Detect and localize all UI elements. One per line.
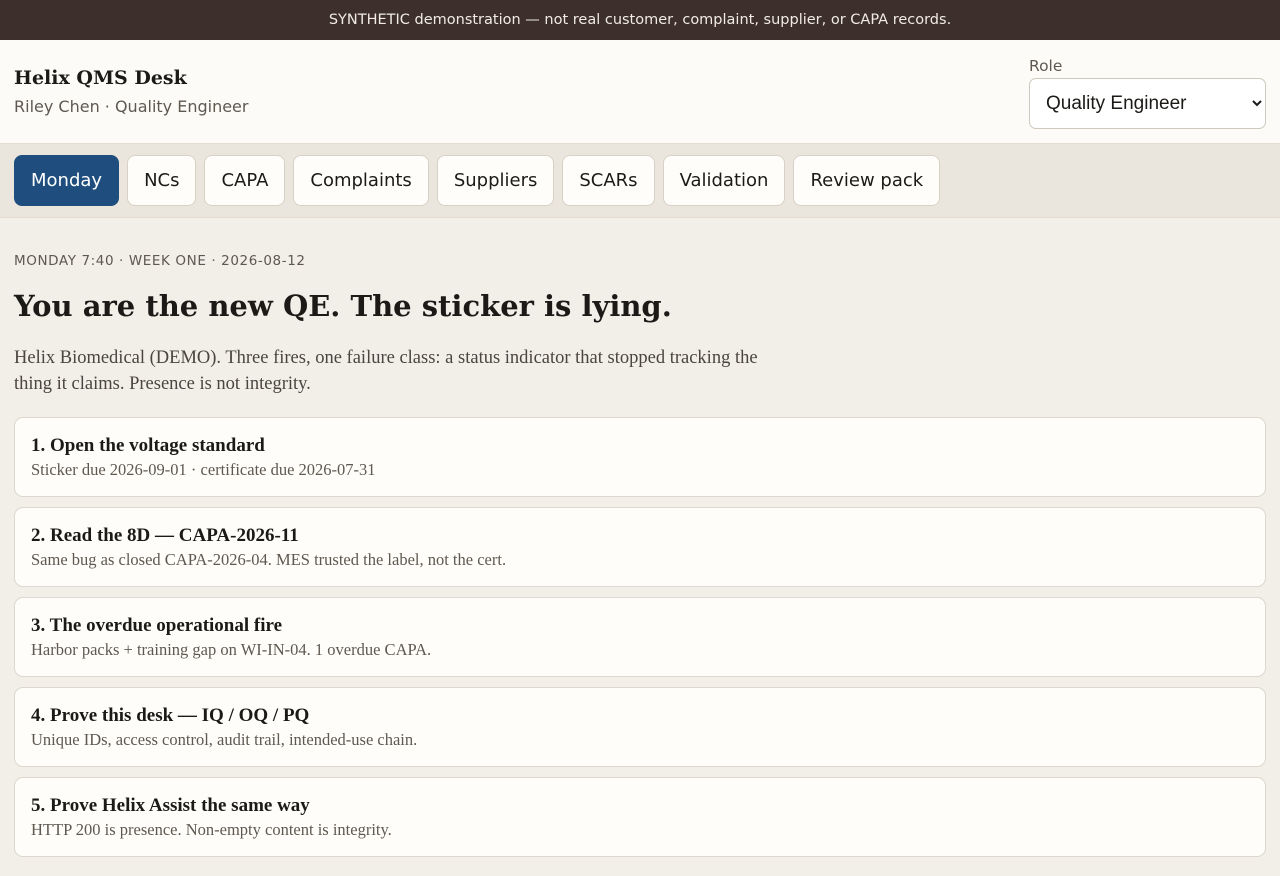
tab-ncs[interactable]: NCs	[127, 155, 197, 206]
task-card-8d-capa[interactable]: 2. Read the 8D — CAPA-2026-11 Same bug a…	[14, 507, 1266, 587]
card-title: 3. The overdue operational fire	[31, 614, 283, 636]
tab-monday[interactable]: Monday	[14, 155, 120, 206]
tab-review-pack[interactable]: Review pack	[793, 155, 941, 206]
task-card-list: 1. Open the voltage standard Sticker due…	[14, 417, 1266, 857]
role-label: Role	[1029, 57, 1063, 75]
tab-suppliers[interactable]: Suppliers	[436, 155, 555, 206]
card-title: 1. Open the voltage standard	[31, 434, 265, 456]
task-card-prove-assist[interactable]: 5. Prove Helix Assist the same way HTTP …	[14, 777, 1266, 857]
app-header: Helix QMS Desk Riley Chen · Quality Engi…	[0, 40, 1280, 144]
tab-scars[interactable]: SCARs	[562, 155, 655, 206]
tab-validation[interactable]: Validation	[662, 155, 786, 206]
main-content: MONDAY 7:40 · WEEK ONE · 2026-08-12 You …	[0, 252, 1280, 857]
banner-text: SYNTHETIC demonstration — not real custo…	[328, 12, 952, 28]
card-subtitle: Harbor packs + training gap on WI-IN-04.…	[31, 639, 432, 659]
card-subtitle: Same bug as closed CAPA-2026-04. MES tru…	[31, 549, 507, 569]
tab-complaints[interactable]: Complaints	[293, 155, 429, 206]
card-subtitle: Sticker due 2026-09-01 · certificate due…	[31, 459, 376, 479]
card-title: 4. Prove this desk — IQ / OQ / PQ	[31, 704, 310, 726]
card-title: 5. Prove Helix Assist the same way	[31, 794, 310, 816]
app-title: Helix QMS Desk	[14, 67, 187, 89]
card-subtitle: Unique IDs, access control, audit trail,…	[31, 729, 418, 749]
tab-capa[interactable]: CAPA	[204, 155, 286, 206]
page-headline: You are the new QE. The sticker is lying…	[14, 289, 672, 323]
task-card-overdue-fire[interactable]: 3. The overdue operational fire Harbor p…	[14, 597, 1266, 677]
tab-bar: Monday NCs CAPA Complaints Suppliers SCA…	[0, 144, 1280, 218]
eyebrow-timestamp: MONDAY 7:40 · WEEK ONE · 2026-08-12	[14, 253, 306, 269]
role-select[interactable]: Quality Engineer	[1029, 78, 1266, 129]
card-title: 2. Read the 8D — CAPA-2026-11	[31, 524, 299, 546]
user-line: Riley Chen · Quality Engineer	[14, 97, 249, 116]
synthetic-banner: SYNTHETIC demonstration — not real custo…	[0, 0, 1280, 40]
card-subtitle: HTTP 200 is presence. Non-empty content …	[31, 819, 392, 839]
task-card-voltage-standard[interactable]: 1. Open the voltage standard Sticker due…	[14, 417, 1266, 497]
lead-paragraph: Helix Biomedical (DEMO). Three fires, on…	[14, 348, 758, 394]
task-card-prove-desk[interactable]: 4. Prove this desk — IQ / OQ / PQ Unique…	[14, 687, 1266, 767]
